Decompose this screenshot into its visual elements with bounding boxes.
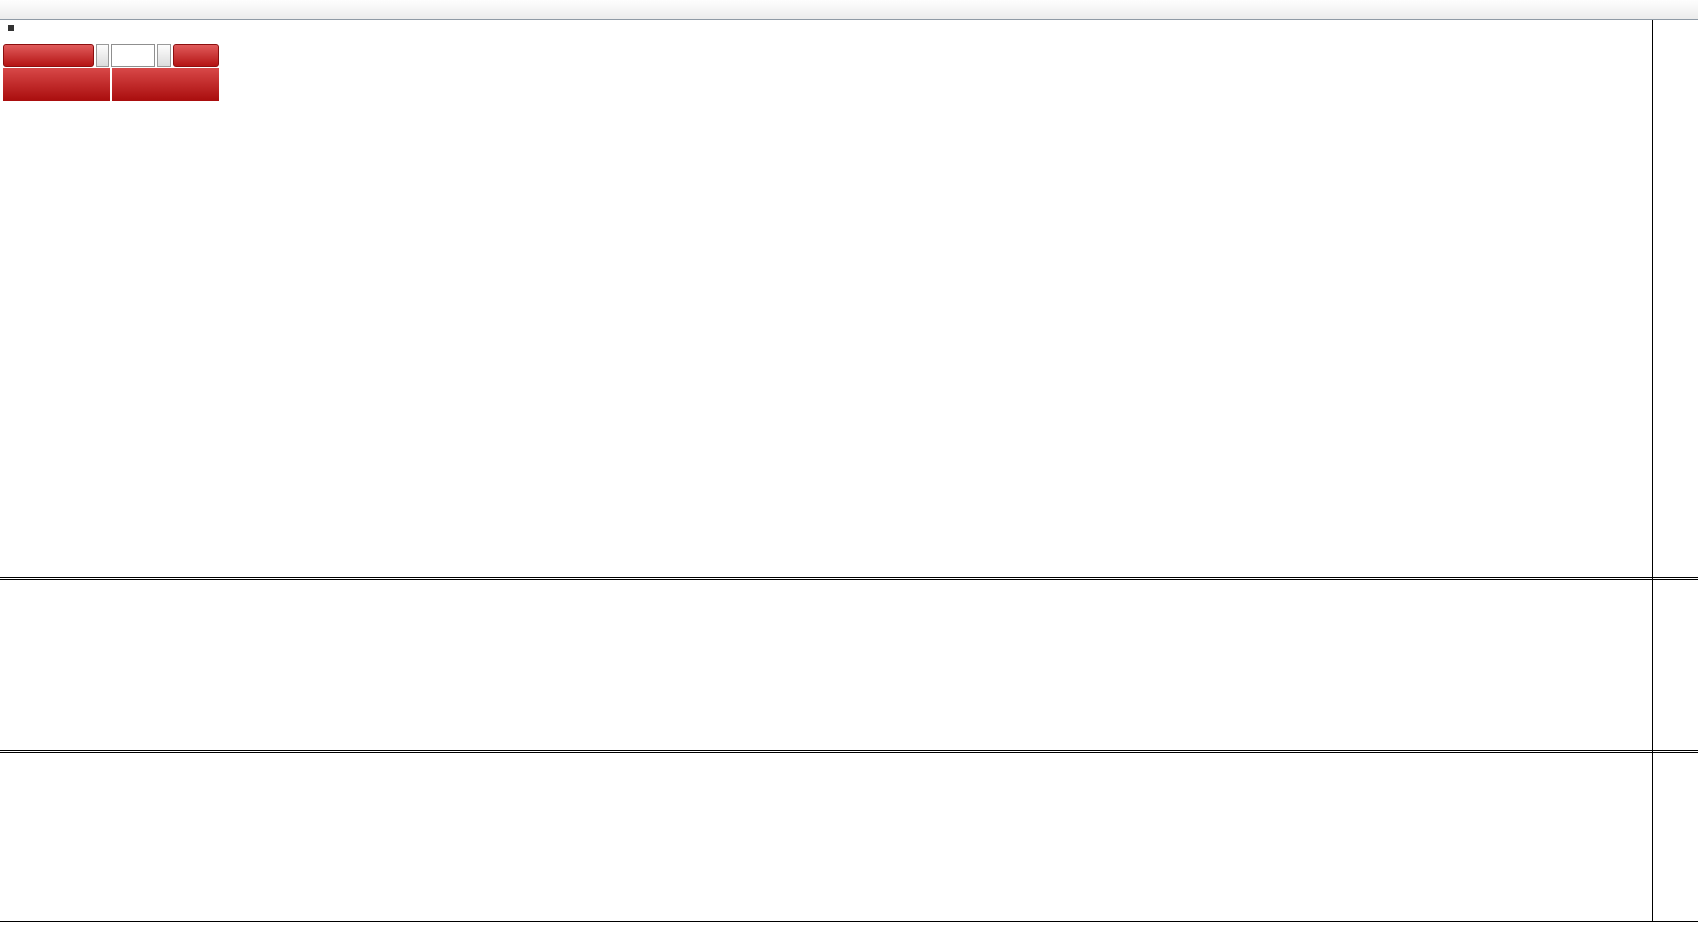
price-axis-border xyxy=(1652,19,1653,922)
one-click-trading-panel xyxy=(3,44,219,101)
volume-decrease-button[interactable] xyxy=(96,44,110,67)
chart-symbol-icon xyxy=(8,25,14,31)
volume-increase-button[interactable] xyxy=(157,44,171,67)
rsi-separator-line[interactable] xyxy=(0,750,1698,751)
trading-terminal-window xyxy=(0,0,1698,939)
macd-separator-line[interactable] xyxy=(0,577,1698,578)
sell-button[interactable] xyxy=(3,44,94,67)
chart-canvas[interactable] xyxy=(0,0,1652,922)
buy-button[interactable] xyxy=(173,44,219,67)
one-click-order-row xyxy=(3,44,219,67)
sell-price-display[interactable] xyxy=(3,68,110,101)
one-click-price-row xyxy=(3,68,219,101)
macd-separator-line-2[interactable] xyxy=(0,579,1698,580)
buy-price-display[interactable] xyxy=(112,68,219,101)
chart-title xyxy=(8,25,19,31)
volume-input[interactable] xyxy=(111,44,155,67)
time-axis-border xyxy=(0,921,1698,922)
main-toolbar xyxy=(0,0,1698,20)
rsi-separator-line-2[interactable] xyxy=(0,752,1698,753)
